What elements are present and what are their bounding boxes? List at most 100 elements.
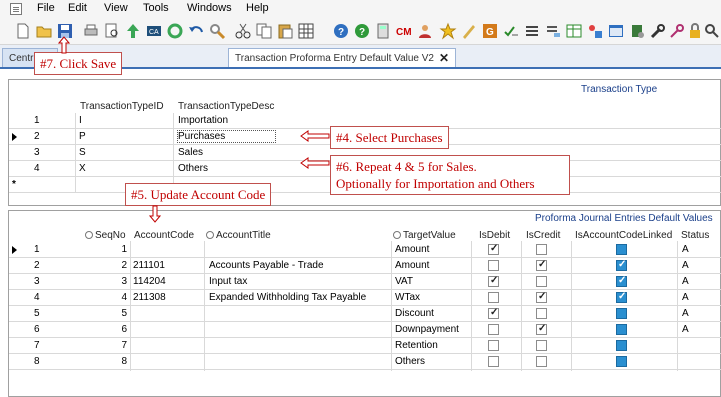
seqno-cell[interactable]: 8	[109, 356, 127, 367]
header-transaction-type-desc[interactable]: TransactionTypeDesc	[178, 101, 274, 112]
wrench-icon[interactable]	[649, 22, 667, 40]
account-title-cell[interactable]: Input tax	[209, 276, 247, 287]
menu-edit[interactable]: Edit	[68, 2, 87, 14]
seqno-cell[interactable]: 7	[109, 340, 127, 351]
refresh-icon[interactable]	[166, 22, 184, 40]
window-icon[interactable]	[607, 22, 625, 40]
seqno-cell[interactable]: 5	[109, 308, 127, 319]
is-debit-checkbox[interactable]	[488, 243, 499, 255]
target-value-cell[interactable]: Amount	[395, 260, 429, 271]
menu-windows[interactable]: Windows	[187, 2, 232, 14]
cut-icon[interactable]	[234, 22, 252, 40]
header-is-account-code-linked[interactable]: IsAccountCodeLinked	[575, 230, 672, 241]
table-row-selected[interactable]: 1 1 Amount A	[9, 242, 721, 258]
is-credit-checkbox[interactable]	[536, 308, 547, 319]
copy-icon[interactable]	[255, 22, 273, 40]
new-document-icon[interactable]	[14, 22, 32, 40]
is-account-code-linked-checkbox[interactable]	[616, 259, 627, 271]
cancel-icon[interactable]: CA	[145, 22, 163, 40]
database-icon[interactable]	[628, 22, 646, 40]
g-icon[interactable]: G	[481, 22, 499, 40]
is-account-code-linked-checkbox[interactable]	[616, 308, 627, 319]
header-transaction-type-id[interactable]: TransactionTypeID	[80, 101, 164, 112]
table-row[interactable]: 2 2 211101 Accounts Payable - Trade Amount A	[9, 258, 721, 274]
target-value-cell[interactable]: VAT	[395, 276, 413, 287]
seqno-cell[interactable]: 3	[109, 276, 127, 287]
seqno-cell[interactable]: 4	[109, 292, 127, 303]
status-cell[interactable]: A	[682, 244, 689, 255]
is-credit-checkbox[interactable]	[536, 356, 547, 367]
is-credit-checkbox[interactable]	[536, 291, 547, 303]
seqno-cell[interactable]: 1	[109, 244, 127, 255]
table-row[interactable]: 7 7 Retention	[9, 338, 721, 354]
status-cell[interactable]: A	[682, 292, 689, 303]
is-credit-checkbox[interactable]	[536, 259, 547, 271]
grid-icon[interactable]	[297, 22, 315, 40]
lock-icon[interactable]	[686, 22, 704, 40]
table-row[interactable]: 5 5 Discount A	[9, 306, 721, 322]
close-icon[interactable]: ✕	[439, 51, 449, 65]
up-arrow-icon[interactable]	[124, 22, 142, 40]
account-code-cell[interactable]: 114204	[133, 276, 166, 287]
is-debit-checkbox[interactable]	[488, 340, 499, 351]
checklist-icon[interactable]	[502, 22, 520, 40]
help-green-icon[interactable]: ?	[353, 22, 371, 40]
help-icon[interactable]: ?	[332, 22, 350, 40]
header-account-code[interactable]: AccountCode	[134, 230, 194, 241]
transaction-type-desc[interactable]: Purchases	[176, 130, 277, 143]
target-value-cell[interactable]: Others	[395, 356, 425, 367]
is-account-code-linked-checkbox[interactable]	[616, 340, 627, 351]
find-icon[interactable]	[208, 22, 226, 40]
menu-file[interactable]: File	[37, 2, 55, 14]
header-seqno[interactable]: SeqNo	[85, 230, 126, 241]
table-icon[interactable]	[565, 22, 583, 40]
transaction-type-id[interactable]: P	[79, 131, 86, 142]
status-cell[interactable]: A	[682, 276, 689, 287]
header-target-value[interactable]: TargetValue	[393, 230, 456, 241]
table-row[interactable]: 4 4 211308 Expanded Withholding Tax Payable…	[9, 290, 721, 306]
account-code-cell[interactable]: 211308	[133, 292, 166, 303]
menu-help[interactable]: Help	[246, 2, 269, 14]
user-icon[interactable]	[416, 22, 434, 40]
print-icon[interactable]	[82, 22, 100, 40]
target-value-cell[interactable]: Retention	[395, 340, 438, 351]
cm-icon[interactable]: CM	[395, 22, 413, 40]
is-account-code-linked-checkbox[interactable]	[616, 275, 627, 287]
is-account-code-linked-checkbox[interactable]	[616, 356, 627, 367]
is-account-code-linked-checkbox[interactable]	[616, 324, 627, 335]
is-debit-checkbox[interactable]	[488, 260, 499, 271]
document-icon[interactable]	[10, 3, 22, 15]
is-debit-checkbox[interactable]	[488, 292, 499, 303]
header-is-credit[interactable]: IsCredit	[526, 230, 560, 241]
header-status[interactable]: Status	[681, 230, 709, 241]
is-debit-checkbox[interactable]	[488, 275, 499, 287]
target-value-cell[interactable]: Amount	[395, 244, 429, 255]
list-icon[interactable]	[523, 22, 541, 40]
target-value-cell[interactable]: Discount	[395, 308, 434, 319]
paste-icon[interactable]	[276, 22, 294, 40]
table-row[interactable]: 6 6 Downpayment A	[9, 322, 721, 338]
zoom-icon[interactable]	[703, 22, 721, 40]
transaction-type-id[interactable]: S	[79, 147, 86, 158]
is-credit-checkbox[interactable]	[536, 276, 547, 287]
transaction-type-id[interactable]: I	[79, 115, 82, 126]
account-title-cell[interactable]: Accounts Payable - Trade	[209, 260, 324, 271]
calculator-icon[interactable]	[374, 22, 392, 40]
is-account-code-linked-checkbox[interactable]	[616, 291, 627, 303]
tab-transaction-proforma[interactable]: Transaction Proforma Entry Default Value…	[228, 48, 456, 67]
is-credit-checkbox[interactable]	[536, 244, 547, 255]
target-value-cell[interactable]: WTax	[395, 292, 420, 303]
table-row[interactable]: 3 3 114204 Input tax VAT A	[9, 274, 721, 290]
menu-tools[interactable]: Tools	[143, 2, 169, 14]
transaction-type-desc[interactable]: Importation	[178, 115, 228, 126]
is-debit-checkbox[interactable]	[488, 356, 499, 367]
is-debit-checkbox[interactable]	[488, 307, 499, 319]
account-title-cell[interactable]: Expanded Withholding Tax Payable	[209, 292, 366, 303]
account-code-cell[interactable]: 211101	[133, 260, 165, 271]
status-cell[interactable]: A	[682, 260, 689, 271]
is-debit-checkbox[interactable]	[488, 324, 499, 335]
seqno-cell[interactable]: 6	[109, 324, 127, 335]
undo-icon[interactable]	[187, 22, 205, 40]
print-preview-icon[interactable]	[103, 22, 121, 40]
seqno-cell[interactable]: 2	[109, 260, 127, 271]
